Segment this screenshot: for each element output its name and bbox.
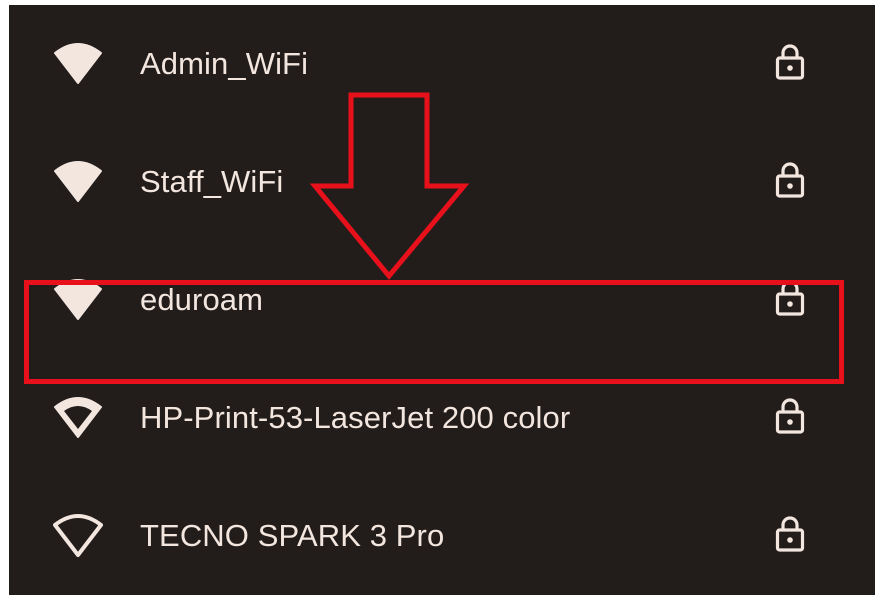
wifi-network-list: Admin_WiFi Staff_WiFi eduroam HP-Print-5… <box>9 5 875 595</box>
network-ssid: TECNO SPARK 3 Pro <box>140 518 445 553</box>
network-row-tecno-spark[interactable]: TECNO SPARK 3 Pro <box>9 507 875 595</box>
lock-icon <box>775 162 805 198</box>
wifi-signal-icon <box>53 514 103 557</box>
network-row-hp-print[interactable]: HP-Print-53-LaserJet 200 color <box>9 389 875 505</box>
network-row-eduroam[interactable]: eduroam <box>9 271 875 387</box>
network-ssid: Admin_WiFi <box>140 46 309 81</box>
network-row-staff-wifi[interactable]: Staff_WiFi <box>9 153 875 269</box>
lock-icon <box>775 44 805 80</box>
network-ssid: eduroam <box>140 282 264 317</box>
wifi-signal-icon <box>54 161 102 202</box>
lock-icon <box>775 398 805 434</box>
wifi-signal-icon <box>54 397 102 438</box>
lock-icon <box>775 516 805 552</box>
network-ssid: Staff_WiFi <box>140 164 284 199</box>
lock-icon <box>775 280 805 316</box>
wifi-signal-icon <box>54 43 102 84</box>
network-ssid: HP-Print-53-LaserJet 200 color <box>140 400 571 435</box>
network-row-admin-wifi[interactable]: Admin_WiFi <box>9 35 875 151</box>
wifi-signal-icon <box>54 279 102 320</box>
